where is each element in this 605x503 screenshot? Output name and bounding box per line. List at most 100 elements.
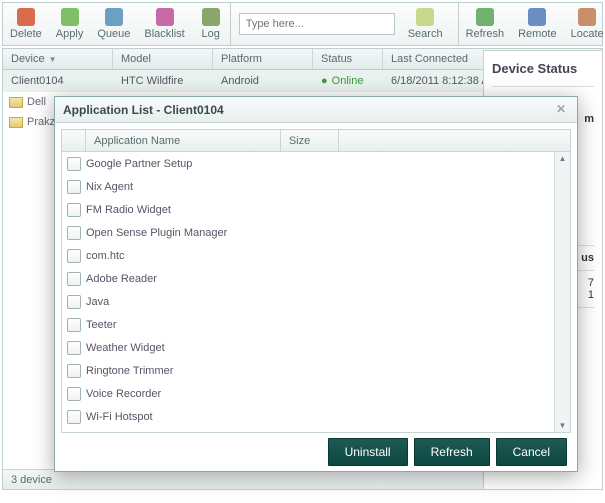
search-button[interactable]: Search bbox=[401, 5, 450, 43]
list-item[interactable]: Wi-Fi Hotspot bbox=[62, 405, 554, 428]
folder-label: Dell bbox=[27, 96, 46, 108]
app-name: Java bbox=[86, 296, 109, 308]
col-app-name[interactable]: Application Name bbox=[86, 130, 281, 151]
checkbox[interactable] bbox=[67, 203, 81, 217]
col-status[interactable]: Status bbox=[313, 49, 383, 69]
refresh-icon bbox=[476, 8, 494, 26]
col-last-label: Last Connected bbox=[391, 53, 468, 65]
list-item[interactable]: Nix Agent bbox=[62, 175, 554, 198]
main-toolbar: Delete Apply Queue Blacklist Log Search Refr… bbox=[2, 2, 603, 46]
remote-button[interactable]: Remote bbox=[511, 3, 564, 45]
apply-icon bbox=[61, 8, 79, 26]
cell-status: Online bbox=[313, 75, 383, 87]
locate-button[interactable]: Locate bbox=[564, 3, 605, 45]
log-button[interactable]: Log bbox=[192, 3, 230, 45]
blacklist-icon bbox=[156, 8, 174, 26]
dialog-footer: Uninstall Refresh Cancel bbox=[55, 433, 577, 471]
cell-platform: Android bbox=[213, 75, 313, 87]
app-name: Nix Agent bbox=[86, 181, 133, 193]
app-name: Voice Recorder bbox=[86, 388, 161, 400]
panel-title: Device Status bbox=[492, 61, 594, 76]
checkbox[interactable] bbox=[67, 272, 81, 286]
remote-icon bbox=[528, 8, 546, 26]
dialog-title: Application List - Client0104 bbox=[63, 103, 224, 117]
delete-button[interactable]: Delete bbox=[3, 3, 49, 45]
app-name: Ringtone Trimmer bbox=[86, 365, 173, 377]
blacklist-button[interactable]: Blacklist bbox=[137, 3, 191, 45]
checkbox[interactable] bbox=[67, 249, 81, 263]
folder-icon bbox=[9, 97, 23, 108]
col-app-name-label: Application Name bbox=[94, 135, 180, 147]
app-name: Teeter bbox=[86, 319, 117, 331]
col-platform[interactable]: Platform bbox=[213, 49, 313, 69]
cancel-button[interactable]: Cancel bbox=[496, 438, 567, 466]
toolbar-btn-label: Blacklist bbox=[144, 28, 184, 40]
checkbox[interactable] bbox=[67, 157, 81, 171]
checkbox[interactable] bbox=[67, 295, 81, 309]
list-item[interactable]: Ringtone Trimmer bbox=[62, 359, 554, 382]
checkbox[interactable] bbox=[67, 226, 81, 240]
list-item[interactable]: Java bbox=[62, 290, 554, 313]
search-icon bbox=[416, 8, 434, 26]
delete-icon bbox=[17, 8, 35, 26]
list-item[interactable]: Weather Widget bbox=[62, 336, 554, 359]
checkbox[interactable] bbox=[67, 341, 81, 355]
toolbar-btn-label: Delete bbox=[10, 28, 42, 40]
app-name: Google Partner Setup bbox=[86, 158, 192, 170]
checkbox[interactable] bbox=[67, 318, 81, 332]
application-list-dialog: Application List - Client0104 ✕ Applicat… bbox=[54, 96, 578, 472]
list-item[interactable]: com.htc bbox=[62, 244, 554, 267]
chevron-down-icon: ▼ bbox=[49, 55, 57, 64]
log-icon bbox=[202, 8, 220, 26]
refresh-button[interactable]: Refresh bbox=[459, 3, 512, 45]
toolbar-btn-label: Refresh bbox=[466, 28, 505, 40]
grid-footer-text: 3 device bbox=[11, 474, 52, 486]
col-device[interactable]: Device ▼ bbox=[3, 49, 113, 69]
list-item[interactable]: Voice Recorder bbox=[62, 382, 554, 405]
col-model[interactable]: Model bbox=[113, 49, 213, 69]
list-item[interactable]: FM Radio Widget bbox=[62, 198, 554, 221]
locate-icon bbox=[578, 8, 596, 26]
application-list: Application Name Size Google Partner Set… bbox=[61, 129, 571, 433]
queue-icon bbox=[105, 8, 123, 26]
close-icon[interactable]: ✕ bbox=[553, 102, 569, 118]
col-app-size-label: Size bbox=[289, 135, 310, 147]
checkbox[interactable] bbox=[67, 180, 81, 194]
uninstall-button[interactable]: Uninstall bbox=[328, 438, 408, 466]
checkbox[interactable] bbox=[67, 410, 81, 424]
scrollbar[interactable]: ▲ ▼ bbox=[554, 152, 570, 432]
app-name: Wi-Fi Hotspot bbox=[86, 411, 153, 423]
toolbar-btn-label: Queue bbox=[97, 28, 130, 40]
list-item[interactable]: Adobe Reader bbox=[62, 267, 554, 290]
folder-label: Prakz bbox=[27, 116, 55, 128]
dialog-titlebar[interactable]: Application List - Client0104 ✕ bbox=[55, 97, 577, 123]
list-item[interactable]: Open Sense Plugin Manager bbox=[62, 221, 554, 244]
cell-model: HTC Wildfire bbox=[113, 75, 213, 87]
toolbar-btn-label: Log bbox=[202, 28, 220, 40]
cell-device: Client0104 bbox=[3, 75, 113, 87]
app-name: FM Radio Widget bbox=[86, 204, 171, 216]
app-name: com.htc bbox=[86, 250, 125, 262]
scroll-down-icon[interactable]: ▼ bbox=[559, 421, 567, 430]
col-app-size[interactable]: Size bbox=[281, 130, 339, 151]
checkbox[interactable] bbox=[67, 364, 81, 378]
col-checkbox bbox=[62, 130, 86, 151]
col-model-label: Model bbox=[121, 53, 151, 65]
toolbar-btn-label: Search bbox=[408, 28, 443, 40]
list-item[interactable]: Google Partner Setup bbox=[62, 152, 554, 175]
app-name: Weather Widget bbox=[86, 342, 165, 354]
toolbar-btn-label: Locate bbox=[571, 28, 604, 40]
queue-button[interactable]: Queue bbox=[90, 3, 137, 45]
list-item[interactable]: Teeter bbox=[62, 313, 554, 336]
toolbar-btn-label: Remote bbox=[518, 28, 557, 40]
toolbar-btn-label: Apply bbox=[56, 28, 84, 40]
app-name: Adobe Reader bbox=[86, 273, 157, 285]
folder-icon bbox=[9, 117, 23, 128]
app-name: Open Sense Plugin Manager bbox=[86, 227, 227, 239]
checkbox[interactable] bbox=[67, 387, 81, 401]
col-status-label: Status bbox=[321, 53, 352, 65]
search-input[interactable] bbox=[239, 13, 395, 35]
scroll-up-icon[interactable]: ▲ bbox=[559, 154, 567, 163]
apply-button[interactable]: Apply bbox=[49, 3, 91, 45]
refresh-button[interactable]: Refresh bbox=[414, 438, 490, 466]
